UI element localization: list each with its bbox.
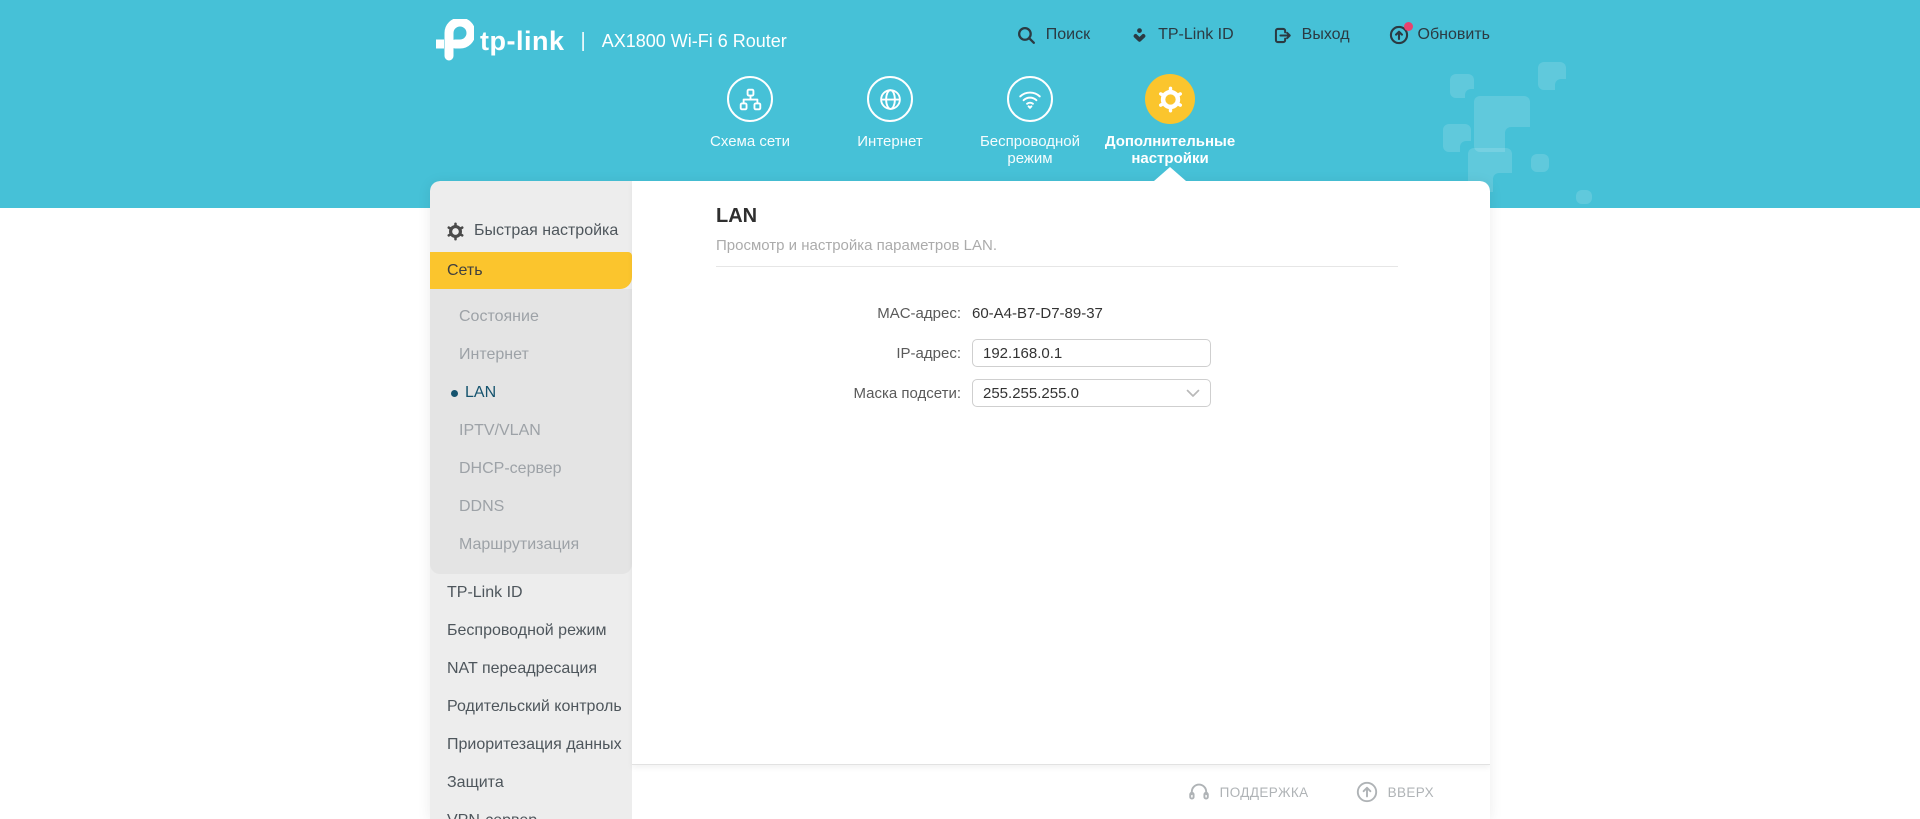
nav-tabs: Схема сети Интернет Беспроводной режим <box>680 76 1240 167</box>
submenu-item-lan[interactable]: LAN <box>430 374 632 412</box>
sidebar: Быстрая настройка Сеть Состояние Интерне… <box>430 181 632 819</box>
ip-row: IP-адрес: <box>632 339 1490 367</box>
back-to-top-button[interactable]: ВВЕРХ <box>1355 780 1434 804</box>
tab-label: Схема сети <box>710 133 790 150</box>
brand-separator: | <box>581 30 586 53</box>
submenu-item-status[interactable]: Состояние <box>430 298 632 336</box>
page-title: LAN <box>716 205 757 228</box>
brand-model: AX1800 Wi-Fi 6 Router <box>602 31 787 52</box>
ip-address-input[interactable] <box>972 339 1211 367</box>
update-button[interactable]: Обновить <box>1388 24 1490 46</box>
arrow-up-circle-icon <box>1355 780 1379 804</box>
tplink-id-icon <box>1128 24 1150 46</box>
brand: tp-link | AX1800 Wi-Fi 6 Router <box>430 18 787 64</box>
tplink-logo-icon <box>430 19 474 63</box>
decor-pixel <box>1474 96 1530 152</box>
update-badge <box>1404 22 1413 31</box>
tab-network-map[interactable]: Схема сети <box>680 76 820 167</box>
main-panel: Быстрая настройка Сеть Состояние Интерне… <box>430 181 1490 819</box>
mask-row: Маска подсети: 255.255.255.0 <box>632 379 1490 407</box>
back-to-top-label: ВВЕРХ <box>1388 785 1434 800</box>
tab-internet[interactable]: Интернет <box>820 76 960 167</box>
logout-label: Выход <box>1302 26 1350 44</box>
decor-pixel <box>1531 154 1549 172</box>
tab-advanced[interactable]: Дополнительные настройки <box>1100 76 1240 167</box>
tab-wireless[interactable]: Беспроводной режим <box>960 76 1100 167</box>
sidebar-item-parental-control[interactable]: Родительский контроль <box>430 688 632 726</box>
submenu-item-dhcp[interactable]: DHCP-сервер <box>430 450 632 488</box>
submenu-item-internet[interactable]: Интернет <box>430 336 632 374</box>
search-label: Поиск <box>1046 26 1090 44</box>
search-button[interactable]: Поиск <box>1016 24 1090 46</box>
mask-label: Маска подсети: <box>632 385 961 402</box>
headset-icon <box>1187 780 1211 804</box>
sidebar-item-vpn-server[interactable]: VPN-сервер <box>430 802 632 819</box>
support-button[interactable]: ПОДДЕРЖКА <box>1187 780 1309 804</box>
tab-label: Интернет <box>857 133 922 150</box>
sidebar-item-network[interactable]: Сеть <box>430 252 632 289</box>
top-header: tp-link | AX1800 Wi-Fi 6 Router Поиск TP… <box>0 0 1920 208</box>
content-area: LAN Просмотр и настройка параметров LAN.… <box>632 181 1490 765</box>
subnet-mask-value: 255.255.255.0 <box>983 385 1079 402</box>
lan-form: MAC-адрес: 60-A4-B7-D7-89-37 IP-адрес: М… <box>632 299 1490 419</box>
subnet-mask-select[interactable]: 255.255.255.0 <box>972 379 1211 407</box>
update-label: Обновить <box>1418 26 1490 44</box>
network-map-icon <box>727 76 773 122</box>
tab-label: Беспроводной режим <box>960 133 1100 167</box>
decor-pixel <box>1576 190 1592 204</box>
tab-label: Дополнительные настройки <box>1100 133 1240 167</box>
chevron-down-icon <box>1186 389 1200 398</box>
submenu-item-iptv-vlan[interactable]: IPTV/VLAN <box>430 412 632 450</box>
logout-icon <box>1272 24 1294 46</box>
logout-button[interactable]: Выход <box>1272 24 1350 46</box>
sidebar-item-wireless[interactable]: Беспроводной режим <box>430 612 632 650</box>
mac-row: MAC-адрес: 60-A4-B7-D7-89-37 <box>632 299 1490 327</box>
network-submenu: Состояние Интернет LAN IPTV/VLAN DHCP-се… <box>430 289 632 574</box>
update-icon <box>1388 24 1410 46</box>
support-label: ПОДДЕРЖКА <box>1220 785 1309 800</box>
footer: ПОДДЕРЖКА ВВЕРХ <box>632 765 1490 819</box>
sidebar-item-tplink-id[interactable]: TP-Link ID <box>430 574 632 612</box>
submenu-item-ddns[interactable]: DDNS <box>430 488 632 526</box>
decor-pixel <box>1450 74 1474 98</box>
sidebar-item-security[interactable]: Защита <box>430 764 632 802</box>
sidebar-item-nat[interactable]: NAT переадресация <box>430 650 632 688</box>
ip-label: IP-адрес: <box>632 345 961 362</box>
search-icon <box>1016 24 1038 46</box>
advanced-gear-icon <box>1145 74 1195 124</box>
internet-globe-icon <box>867 76 913 122</box>
mac-label: MAC-адрес: <box>632 305 961 322</box>
divider <box>716 266 1398 267</box>
page-subtitle: Просмотр и настройка параметров LAN. <box>716 237 997 254</box>
brand-wordmark: tp-link <box>480 26 565 57</box>
sidebar-item-qos[interactable]: Приоритезация данных <box>430 726 632 764</box>
wireless-icon <box>1007 76 1053 122</box>
tplink-id-button[interactable]: TP-Link ID <box>1128 24 1234 46</box>
active-bullet-icon <box>451 390 458 397</box>
decor-pixel <box>1538 62 1566 90</box>
quick-setup-gear-icon <box>446 222 465 241</box>
quick-setup-label: Быстрая настройка <box>474 222 618 240</box>
submenu-item-lan-label: LAN <box>465 384 496 402</box>
sidebar-item-quick-setup[interactable]: Быстрая настройка <box>430 215 632 247</box>
top-menu: Поиск TP-Link ID Выход <box>1016 24 1490 46</box>
active-tab-pointer <box>1154 167 1186 181</box>
submenu-item-routing[interactable]: Маршрутизация <box>430 526 632 564</box>
decor-pixel <box>1443 124 1471 152</box>
tplink-id-label: TP-Link ID <box>1158 26 1234 44</box>
mac-value: 60-A4-B7-D7-89-37 <box>972 305 1103 322</box>
